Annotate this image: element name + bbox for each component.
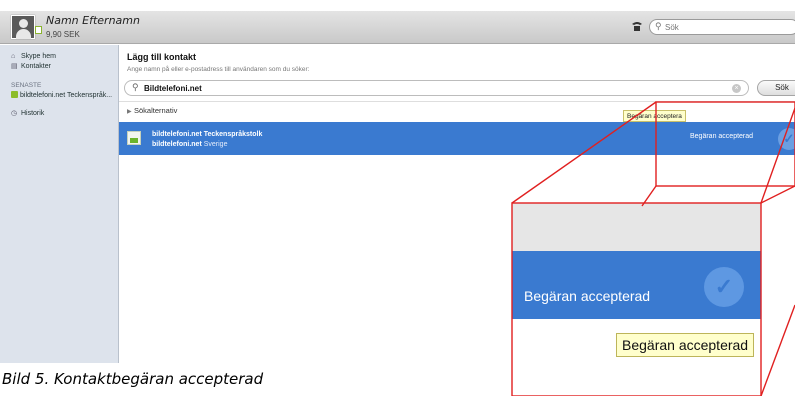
contact-search-input[interactable] bbox=[144, 83, 704, 94]
page-subtitle: Ange namn på eller e-postadress till anv… bbox=[127, 66, 310, 73]
inset-result-row: Begäran accepterad ✓ bbox=[512, 251, 761, 319]
disclosure-triangle-icon: ▶ bbox=[127, 109, 132, 115]
sidebar-item-label: Kontakter bbox=[20, 63, 51, 70]
search-options-toggle[interactable]: ▶ Sökalternativ bbox=[127, 106, 177, 115]
result-meta: bildtelefoni.net Sverige bbox=[152, 141, 227, 148]
sidebar-item-history[interactable]: ◷ Historik bbox=[11, 109, 44, 119]
user-name: Namn Efternamn bbox=[46, 14, 140, 27]
inset-checkmark-icon: ✓ bbox=[704, 267, 744, 307]
home-icon: ⌂ bbox=[11, 53, 16, 60]
sidebar-item-skype-home[interactable]: ⌂ Skype hem bbox=[11, 52, 56, 62]
result-contact-name: bildtelefoni.net Teckenspråkstolk bbox=[152, 131, 263, 138]
dial-pad-icon[interactable] bbox=[631, 20, 643, 32]
sidebar-item-recent-contact[interactable]: bildtelefoni.net Teckenspråk... bbox=[11, 91, 112, 101]
result-username: bildtelefoni.net bbox=[152, 141, 202, 148]
search-result-row[interactable]: bildtelefoni.net Teckenspråkstolk bildte… bbox=[119, 122, 795, 155]
inset-background bbox=[512, 203, 761, 251]
sidebar-item-label: bildtelefoni.net Teckenspråk... bbox=[20, 92, 113, 99]
inset-tooltip: Begäran accepterad bbox=[616, 333, 755, 357]
figure-caption: Bild 5. Kontaktbegäran accepterad bbox=[2, 370, 264, 388]
sidebar: ⌂ Skype hem ▤ Kontakter SENASTE bildtele… bbox=[0, 45, 119, 363]
checkmark-icon[interactable]: ✓ bbox=[778, 128, 795, 150]
page-title: Lägg till kontakt bbox=[127, 52, 197, 62]
online-status-icon bbox=[11, 91, 18, 98]
recent-heading: SENASTE bbox=[11, 82, 42, 89]
sidebar-item-label: Skype hem bbox=[20, 53, 56, 60]
contacts-icon: ▤ bbox=[11, 63, 18, 70]
request-status: Begäran accepterad bbox=[690, 133, 754, 140]
sidebar-item-contacts[interactable]: ▤ Kontakter bbox=[11, 62, 51, 72]
credit-balance: 9,90 SEK bbox=[46, 30, 80, 39]
contact-search-box[interactable]: ⚲ × bbox=[124, 80, 749, 96]
clock-icon: ◷ bbox=[11, 110, 18, 117]
status-flag-icon[interactable] bbox=[35, 26, 42, 34]
zoom-inset: Begäran accepterad ✓ Begäran accepterad bbox=[512, 203, 761, 396]
search-icon: ⚲ bbox=[655, 21, 662, 31]
avatar[interactable] bbox=[11, 15, 35, 39]
top-search-input[interactable] bbox=[665, 21, 785, 33]
sidebar-item-label: Historik bbox=[20, 110, 45, 117]
divider bbox=[119, 101, 795, 102]
search-icon: ⚲ bbox=[132, 82, 139, 92]
result-country: Sverige bbox=[203, 141, 228, 148]
top-search-box[interactable]: ⚲ bbox=[649, 19, 795, 35]
search-options-label: Sökalternativ bbox=[134, 106, 178, 115]
contact-logo bbox=[127, 131, 141, 145]
status-tooltip: Begäran acceptera bbox=[623, 110, 686, 122]
search-button[interactable]: Sök bbox=[757, 80, 795, 96]
inset-request-status: Begäran accepterad bbox=[524, 288, 651, 304]
screenshot-figure: Namn Efternamn 9,90 SEK ⚲ ⌂ Skype hem ▤ … bbox=[0, 0, 795, 396]
clear-icon[interactable]: × bbox=[732, 84, 741, 93]
top-bar: Namn Efternamn 9,90 SEK ⚲ bbox=[0, 11, 795, 44]
